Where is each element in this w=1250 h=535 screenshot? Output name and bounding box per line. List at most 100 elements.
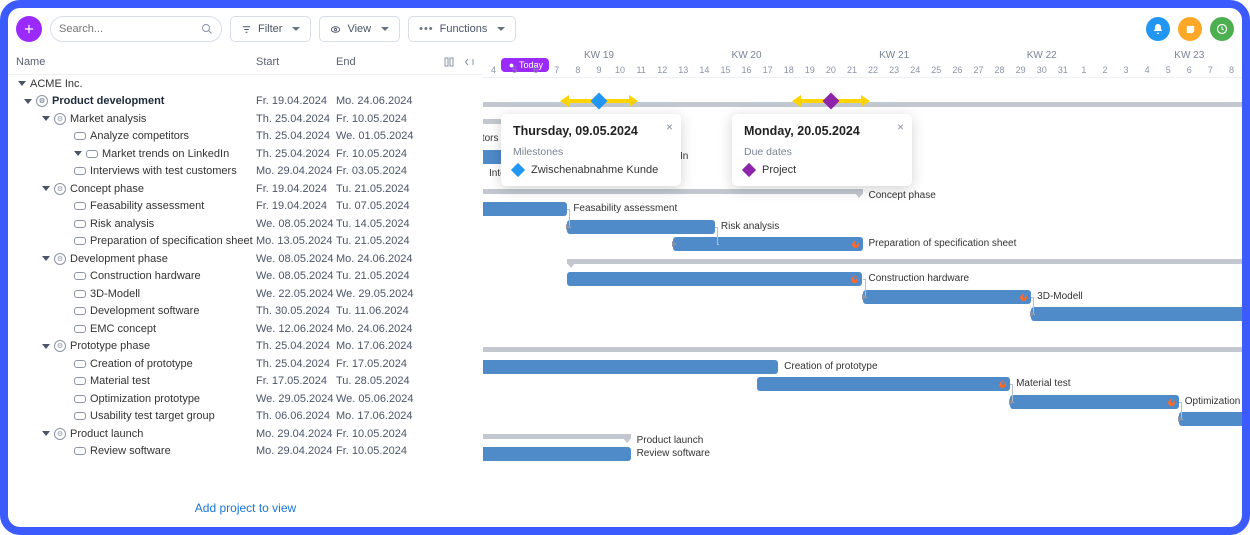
task-row[interactable]: 3D-ModellWe. 22.05.2024We. 29.05.2024: [8, 285, 483, 303]
task-row[interactable]: Interviews with test customersMo. 29.04.…: [8, 163, 483, 181]
row-start: Th. 25.04.2024: [256, 113, 336, 125]
close-icon[interactable]: ×: [666, 120, 673, 134]
gantt-bar[interactable]: [483, 347, 1242, 352]
row-start: We. 22.05.2024: [256, 288, 336, 300]
row-name: Development software: [90, 305, 199, 317]
task-row[interactable]: Feasability assessmentFr. 19.04.2024Tu. …: [8, 198, 483, 216]
task-row[interactable]: Risk analysisWe. 08.05.2024Tu. 14.05.202…: [8, 215, 483, 233]
group-row[interactable]: ⚙Development phaseWe. 08.05.2024Mo. 24.0…: [8, 250, 483, 268]
day-label: 29: [1011, 65, 1031, 75]
gantt-bar[interactable]: Feasability assessment: [483, 202, 567, 216]
task-row[interactable]: Creation of prototypeTh. 25.04.2024Fr. 1…: [8, 355, 483, 373]
search-icon: [201, 23, 213, 35]
collapse-icon[interactable]: [463, 56, 475, 68]
day-label: 4: [484, 65, 504, 75]
task-row[interactable]: Review softwareMo. 29.04.2024Fr. 10.05.2…: [8, 443, 483, 461]
gantt-bar[interactable]: Concept phase: [483, 189, 863, 194]
task-row[interactable]: Preparation of specification sheetMo. 13…: [8, 233, 483, 251]
column-headers: Name Start End: [8, 50, 483, 75]
row-name: Review software: [90, 445, 171, 457]
gantt-bar[interactable]: Product launch: [483, 434, 631, 439]
gantt-bar[interactable]: Construction hardware: [567, 272, 862, 286]
group-row[interactable]: ⚙Prototype phaseTh. 25.04.2024Mo. 17.06.…: [8, 338, 483, 356]
clock-icon: [1216, 23, 1228, 35]
task-row[interactable]: Analyze competitorsTh. 25.04.2024We. 01.…: [8, 128, 483, 146]
row-end: Fr. 17.05.2024: [336, 358, 416, 370]
view-button[interactable]: View: [319, 16, 400, 42]
day-label: 5: [505, 65, 525, 75]
expand-icon: [24, 99, 32, 104]
gantt-bar[interactable]: Creation of prototype: [483, 360, 778, 374]
task-row[interactable]: Development softwareTh. 30.05.2024Tu. 11…: [8, 303, 483, 321]
bar-label: 3D-Modell: [1037, 291, 1083, 302]
group-row[interactable]: ⚙Market analysisTh. 25.04.2024Fr. 10.05.…: [8, 110, 483, 128]
bar-label: Optimization pr: [1185, 396, 1242, 407]
day-label: 18: [779, 65, 799, 75]
columns-icon[interactable]: [443, 56, 455, 68]
add-button[interactable]: [16, 16, 42, 42]
gantt-bar[interactable]: Material test: [757, 377, 1010, 391]
close-icon[interactable]: ×: [897, 120, 904, 134]
gantt-bar[interactable]: [1179, 412, 1242, 426]
day-label: 8: [1221, 65, 1241, 75]
day-label: 16: [737, 65, 757, 75]
eye-icon: [330, 24, 341, 35]
gantt-row: Creation of prototype: [483, 358, 1242, 376]
project-row[interactable]: ⚙Product developmentFr. 19.04.2024Mo. 24…: [8, 93, 483, 111]
notifications-button[interactable]: [1146, 17, 1170, 41]
row-end: Fr. 10.05.2024: [336, 428, 416, 440]
task-row[interactable]: Material testFr. 17.05.2024Tu. 28.05.202…: [8, 373, 483, 391]
group-row[interactable]: ⚙Concept phaseFr. 19.04.2024Tu. 21.05.20…: [8, 180, 483, 198]
gantt-bar[interactable]: Preparation of specification sheet: [673, 237, 863, 251]
row-start: We. 08.05.2024: [256, 253, 336, 265]
task-row[interactable]: Construction hardwareWe. 08.05.2024Tu. 2…: [8, 268, 483, 286]
row-name: Interviews with test customers: [90, 165, 237, 177]
row-start: Fr. 19.04.2024: [256, 183, 336, 195]
diamond-icon: [511, 163, 525, 177]
row-name: Material test: [90, 375, 150, 387]
add-project: Add project to view: [8, 489, 483, 527]
row-start: Th. 25.04.2024: [256, 340, 336, 352]
gantt-bar[interactable]: Optimization pr: [1010, 395, 1179, 409]
search-input[interactable]: [59, 23, 201, 35]
task-row[interactable]: Market trends on LinkedInTh. 25.04.2024F…: [8, 145, 483, 163]
row-end: We. 05.06.2024: [336, 393, 416, 405]
day-label: 9: [589, 65, 609, 75]
group-row[interactable]: ⚙Product launchMo. 29.04.2024Fr. 10.05.2…: [8, 425, 483, 443]
popover-subtitle: Milestones: [513, 146, 669, 158]
notes-button[interactable]: [1178, 17, 1202, 41]
task-icon: [74, 132, 86, 140]
gantt-bar[interactable]: 3D-Modell: [863, 290, 1032, 304]
functions-button[interactable]: ••• Functions: [408, 16, 516, 42]
task-row[interactable]: EMC conceptWe. 12.06.2024Mo. 24.06.2024: [8, 320, 483, 338]
row-start: Fr. 17.05.2024: [256, 375, 336, 387]
task-row[interactable]: Optimization prototypeWe. 29.05.2024We. …: [8, 390, 483, 408]
week-label: KW 20: [732, 50, 762, 61]
gantt-bar[interactable]: [567, 259, 1242, 264]
row-start: Th. 30.05.2024: [256, 305, 336, 317]
gantt-row: Review software: [483, 446, 1242, 464]
gear-icon: ⚙: [54, 113, 66, 125]
functions-label: Functions: [440, 23, 488, 35]
gantt-bar[interactable]: Review software: [483, 447, 631, 461]
row-end: Fr. 03.05.2024: [336, 165, 416, 177]
task-icon: [74, 220, 86, 228]
expand-icon: [42, 256, 50, 261]
filter-button[interactable]: Filter: [230, 16, 311, 42]
filter-icon: [241, 24, 252, 35]
expand-icon: [42, 344, 50, 349]
add-project-link[interactable]: Add project to view: [195, 501, 296, 515]
milestone-marker[interactable]: [801, 99, 861, 103]
company-row[interactable]: ACME Inc.: [8, 75, 483, 93]
task-icon: [74, 377, 86, 385]
gantt-bar[interactable]: Risk analysis: [567, 220, 715, 234]
gear-icon: ⚙: [36, 95, 48, 107]
bar-label: Product launch: [637, 435, 704, 446]
row-end: Mo. 17.06.2024: [336, 340, 416, 352]
gantt-bar[interactable]: [1031, 307, 1242, 321]
timer-button[interactable]: [1210, 17, 1234, 41]
gantt-row: Preparation of specification sheet: [483, 236, 1242, 254]
milestone-marker[interactable]: [569, 99, 629, 103]
day-label: 7: [1200, 65, 1220, 75]
task-row[interactable]: Usability test target groupTh. 06.06.202…: [8, 408, 483, 426]
